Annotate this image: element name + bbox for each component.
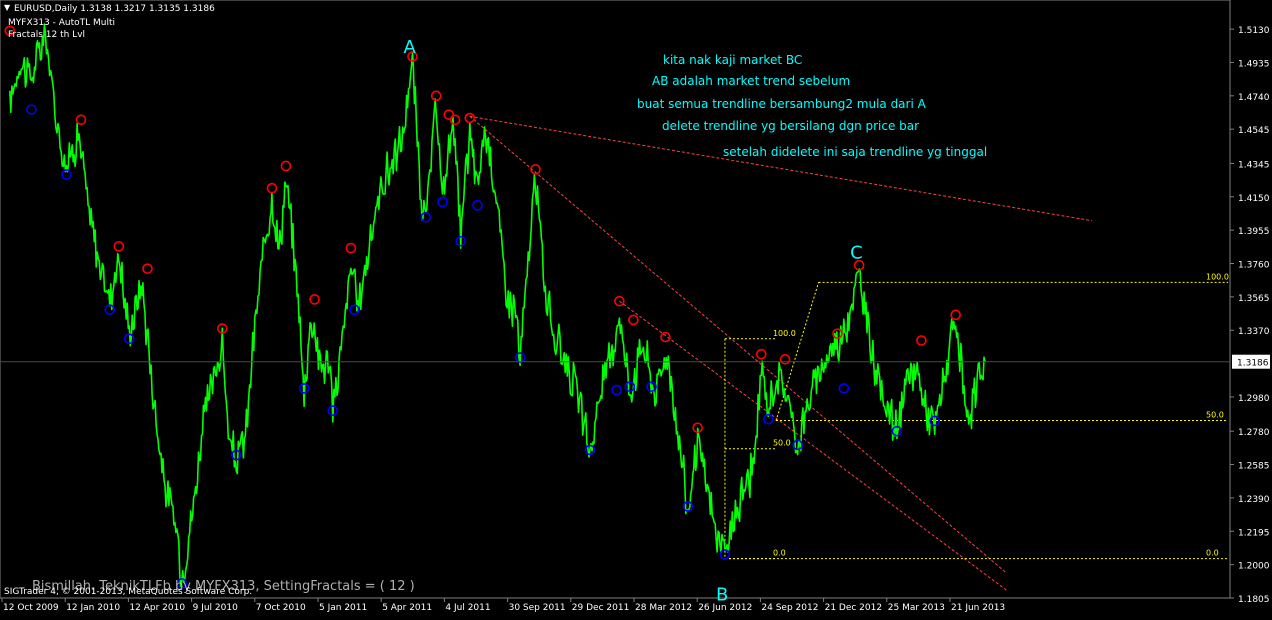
y-tick-label: 1.4150 xyxy=(1238,194,1270,204)
note-line: delete trendline yg bersilang dgn price … xyxy=(662,119,919,133)
x-tick-label: 24 Sep 2012 xyxy=(761,603,818,613)
fib-level-label: 100.0 xyxy=(1206,272,1229,281)
y-tick-label: 1.3565 xyxy=(1238,294,1270,304)
y-tick-label: 1.5130 xyxy=(1238,26,1270,36)
note-line: kita nak kaji market BC xyxy=(663,53,802,67)
y-tick-label: 1.4545 xyxy=(1238,126,1270,136)
y-tick-label: 1.3370 xyxy=(1238,327,1270,337)
x-tick-label: 12 Jan 2010 xyxy=(66,603,120,613)
note-line: setelah didelete ini saja trendline yg t… xyxy=(723,145,987,159)
y-tick-label: 1.2980 xyxy=(1238,394,1270,404)
indicator-label-autotl: MYFX313 - AutoTL Multi xyxy=(8,18,115,28)
y-tick-label: 1.4740 xyxy=(1238,93,1270,103)
fib-level-label: 0.0 xyxy=(773,549,786,558)
copyright-text: SIGTrader 4, © 2001-2013, MetaQuotes Sof… xyxy=(4,587,252,597)
indicator-label-fractals: Fractals 12 th Lvl xyxy=(8,30,85,40)
y-tick-label: 1.1805 xyxy=(1238,595,1270,605)
x-tick-label: 9 Jul 2010 xyxy=(193,603,238,613)
x-tick-label: 7 Oct 2010 xyxy=(256,603,306,613)
current-price-label: 1.3186 xyxy=(1237,359,1269,369)
fib-level-label: 50.0 xyxy=(1206,410,1224,419)
y-tick-label: 1.2195 xyxy=(1238,528,1270,538)
fib-level-label: 100.0 xyxy=(773,329,796,338)
price-chart[interactable]: 100.050.00.0100.050.00.0 ABC 1.51301.493… xyxy=(0,0,1272,616)
chart-window[interactable]: 100.0 50.0 0.0 100.0 50.0 0.0 ABC 1.5130 1.493… xyxy=(0,0,1272,616)
fib-level-label: 0.0 xyxy=(1206,549,1219,558)
note-line: AB adalah market trend sebelum xyxy=(652,74,850,88)
x-tick-label: 4 Jul 2011 xyxy=(445,603,490,613)
chart-menu-arrow[interactable]: ▼ xyxy=(4,3,11,12)
y-tick-label: 1.3760 xyxy=(1238,260,1270,270)
fib-level-label: 50.0 xyxy=(773,439,791,448)
x-tick-label: 5 Jan 2011 xyxy=(319,603,367,613)
x-tick-label: 12 Oct 2009 xyxy=(3,603,59,613)
y-tick-label: 1.3955 xyxy=(1238,227,1270,237)
anchor-label: A xyxy=(403,37,416,58)
symbol-line: EURUSD,Daily 1.3138 1.3217 1.3135 1.3186 xyxy=(14,4,215,14)
x-tick-label: 30 Sep 2011 xyxy=(509,603,566,613)
x-tick-label: 28 Mar 2012 xyxy=(635,603,692,613)
x-tick-label: 21 Jun 2013 xyxy=(951,603,1005,613)
x-tick-label: 26 Jun 2012 xyxy=(698,603,752,613)
x-tick-label: 21 Dec 2012 xyxy=(825,603,883,613)
y-tick-label: 1.2390 xyxy=(1238,495,1270,505)
anchor-label: C xyxy=(850,243,863,264)
y-tick-label: 1.4935 xyxy=(1238,59,1270,69)
x-tick-label: 25 Mar 2013 xyxy=(888,603,945,613)
y-tick-label: 1.2000 xyxy=(1238,562,1270,572)
x-tick-label: 12 Apr 2010 xyxy=(129,603,185,613)
y-tick-label: 1.4345 xyxy=(1238,160,1270,170)
y-tick-label: 1.2585 xyxy=(1238,462,1270,472)
x-tick-label: 29 Dec 2011 xyxy=(572,603,630,613)
x-tick-label: 5 Apr 2011 xyxy=(382,603,432,613)
y-tick-label: 1.2780 xyxy=(1238,428,1270,438)
note-line: buat semua trendline bersambung2 mula da… xyxy=(637,97,927,111)
